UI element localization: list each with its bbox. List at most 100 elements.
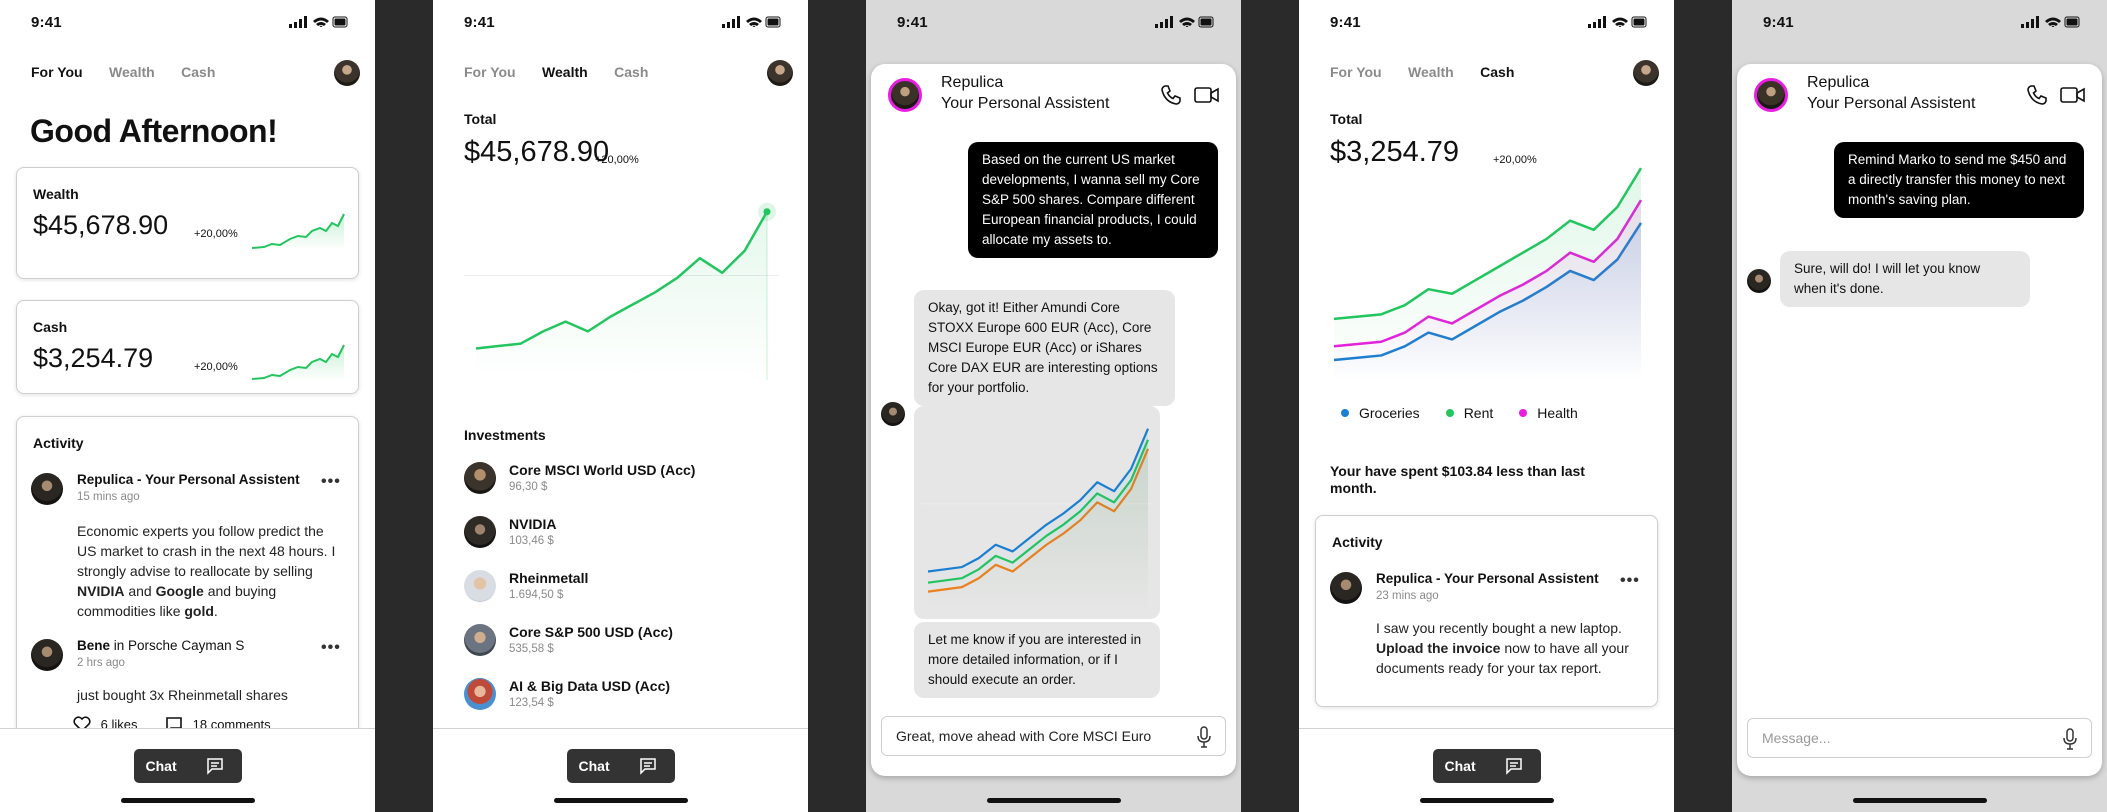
profile-avatar[interactable] (1633, 60, 1659, 86)
chat-button-label: Chat (145, 758, 177, 774)
status-icons (1588, 16, 1647, 28)
phone-call-icon[interactable] (2026, 84, 2048, 106)
chat-contact-name: Repulica (941, 74, 1004, 91)
investment-item[interactable]: Rheinmetall 1.694,50 $ (464, 566, 784, 606)
legend-dot (1519, 409, 1528, 417)
wealth-card[interactable]: Wealth $45,678.90 +20,00% (16, 167, 359, 279)
tab-cash[interactable]: Cash (614, 64, 648, 80)
investment-avatar (464, 678, 496, 710)
profile-avatar[interactable] (767, 60, 793, 86)
tab-wealth[interactable]: Wealth (542, 64, 588, 80)
phone-call-icon[interactable] (1160, 84, 1182, 106)
status-bar: 9:41 (1732, 0, 2107, 44)
allocation-chart-bubble[interactable] (914, 406, 1160, 619)
post-author[interactable]: Repulica - Your Personal Assistent (1376, 571, 1599, 586)
message-input-value: Great, move ahead with Core MSCI Euro (896, 728, 1152, 744)
incoming-message: Let me know if you are interested in mor… (914, 622, 1160, 698)
tab-for-you[interactable]: For You (464, 64, 516, 80)
chart-legend: Groceries Rent Health (1341, 405, 1604, 421)
legend-dot (1341, 409, 1349, 417)
post-author[interactable]: Bene in Porsche Cayman S (77, 638, 244, 653)
status-icons (1155, 16, 1214, 28)
investment-name: NVIDIA (509, 516, 557, 532)
chat-contact-subtitle: Your Personal Assistent (1807, 95, 1976, 112)
wealth-label: Wealth (33, 186, 79, 202)
cash-amount: $3,254.79 (33, 343, 154, 373)
post-body: I saw you recently bought a new laptop. … (1376, 620, 1629, 676)
chat-button[interactable]: Chat (133, 749, 242, 783)
screen-chat-reminder: 9:41 Repulica Your Personal Assistent Re… (1732, 0, 2107, 812)
message-input-placeholder: Message... (1762, 730, 1831, 746)
investment-item[interactable]: NVIDIA 103,46 $ (464, 512, 784, 552)
cash-change: +20,00% (194, 361, 238, 373)
post-author[interactable]: Repulica - Your Personal Assistent (77, 472, 300, 487)
post-time: 15 mins ago (77, 491, 140, 503)
investment-item[interactable]: Core S&P 500 USD (Acc) 535,58 $ (464, 620, 784, 660)
wealth-chart (464, 202, 779, 380)
outgoing-message: Remind Marko to send me $450 and a direc… (1834, 142, 2084, 218)
tab-for-you[interactable]: For You (1330, 64, 1382, 80)
investment-item[interactable]: AI & Big Data USD (Acc) 123,54 $ (464, 674, 784, 714)
chat-window: Repulica Your Personal Assistent Based o… (871, 64, 1236, 776)
video-call-icon[interactable] (2060, 86, 2086, 104)
investment-item[interactable]: Core MSCI World USD (Acc) 96,30 $ (464, 458, 784, 498)
tab-wealth[interactable]: Wealth (1408, 64, 1454, 80)
status-time: 9:41 (464, 14, 495, 31)
tab-wealth[interactable]: Wealth (109, 64, 155, 80)
post-more-button[interactable]: ••• (321, 473, 341, 491)
screen-wealth: 9:41 For You Wealth Cash Total $45,678.9… (433, 0, 808, 812)
chat-button[interactable]: Chat (1432, 749, 1541, 783)
activity-title: Activity (33, 435, 84, 451)
legend-dot (1445, 409, 1454, 417)
tab-cash[interactable]: Cash (181, 64, 215, 80)
post2-context: in Porsche Cayman S (113, 638, 245, 653)
video-call-icon[interactable] (1194, 86, 1220, 104)
investment-price: 123,54 $ (509, 697, 554, 709)
incoming-message: Okay, got it! Either Amundi Core STOXX E… (914, 290, 1175, 406)
post-more-button[interactable]: ••• (1620, 572, 1640, 590)
post-time: 2 hrs ago (77, 657, 125, 669)
investment-price: 1.694,50 $ (509, 589, 564, 601)
post-more-button[interactable]: ••• (321, 639, 341, 657)
series-area (476, 211, 767, 380)
screen-chat-allocation: 9:41 Repulica Your Personal Assistent Ba… (866, 0, 1241, 812)
bottom-bar: Chat (1299, 728, 1674, 812)
microphone-icon[interactable] (1197, 726, 1211, 748)
message-input[interactable]: Message... (1747, 718, 2092, 758)
cash-card[interactable]: Cash $3,254.79 +20,00% (16, 300, 359, 394)
message-input[interactable]: Great, move ahead with Core MSCI Euro (881, 716, 1226, 756)
incoming-message: Sure, will do! I will let you know when … (1780, 251, 2030, 307)
microphone-icon[interactable] (2063, 728, 2077, 750)
chat-button[interactable]: Chat (566, 749, 675, 783)
top-tabs: For You Wealth Cash (464, 60, 793, 86)
chat-button-label: Chat (578, 758, 610, 774)
chat-contact-subtitle: Your Personal Assistent (941, 95, 1110, 112)
cash-sparkline (251, 344, 345, 381)
chat-contact-name: Repulica (1807, 74, 1870, 91)
top-tabs: For You Wealth Cash (31, 60, 360, 86)
investment-name: AI & Big Data USD (Acc) (509, 678, 671, 694)
investment-avatar (464, 570, 496, 602)
profile-avatar[interactable] (334, 60, 360, 86)
chat-bubble-icon (1505, 758, 1522, 775)
assistant-avatar-small (881, 402, 905, 426)
home-indicator (553, 798, 688, 803)
legend-item[interactable]: Rent (1445, 405, 1493, 421)
home-indicator (1419, 798, 1554, 803)
bottom-bar: Chat (433, 728, 808, 812)
assistant-avatar (1330, 572, 1362, 604)
home-indicator (986, 798, 1121, 803)
tab-for-you[interactable]: For You (31, 64, 83, 80)
greeting-title: Good Afternoon! (30, 113, 278, 149)
activity-feed: Activity Repulica - Your Personal Assist… (16, 416, 359, 736)
series-area (928, 428, 1148, 611)
home-indicator (1852, 798, 1987, 803)
status-time: 9:41 (31, 14, 62, 31)
legend-item[interactable]: Groceries (1341, 405, 1420, 421)
investments-title: Investments (464, 427, 546, 443)
total-label: Total (464, 111, 497, 127)
investment-price: 103,46 $ (509, 535, 554, 547)
tab-cash[interactable]: Cash (1480, 64, 1514, 80)
legend-item[interactable]: Health (1519, 405, 1578, 421)
post2-author: Bene (77, 638, 111, 653)
